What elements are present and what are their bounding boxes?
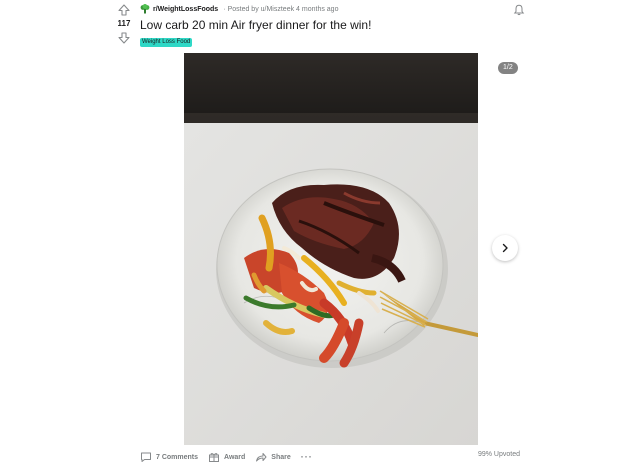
next-image-button[interactable] bbox=[492, 235, 518, 261]
vote-score: 117 bbox=[117, 19, 131, 28]
follow-button[interactable] bbox=[513, 3, 525, 16]
post-flair[interactable]: Weight Loss Food bbox=[140, 38, 193, 47]
share-arrow-icon bbox=[256, 453, 267, 462]
post-meta: r/WeightLossFoods · Posted by u/Miszteek… bbox=[140, 3, 338, 15]
post-time[interactable]: 4 months ago bbox=[296, 6, 338, 13]
media-gallery: 1/2 bbox=[140, 53, 528, 445]
arrow-down-icon bbox=[118, 32, 130, 44]
share-button[interactable]: Share bbox=[255, 451, 291, 463]
comments-button[interactable]: 7 Comments bbox=[140, 451, 198, 463]
post-title[interactable]: Low carb 20 min Air fryer dinner for the… bbox=[140, 18, 371, 33]
meta-separator: · bbox=[223, 5, 226, 13]
share-label: Share bbox=[271, 453, 291, 461]
broccoli-icon bbox=[140, 4, 150, 14]
chevron-right-icon bbox=[502, 243, 508, 253]
comment-icon bbox=[141, 452, 151, 462]
downvote-button[interactable] bbox=[116, 30, 132, 46]
image-counter: 1/2 bbox=[498, 62, 518, 74]
arrow-up-icon bbox=[118, 4, 130, 16]
gift-icon bbox=[209, 452, 220, 462]
post-image[interactable] bbox=[184, 53, 478, 445]
post-actions: 7 Comments Award Share ··· 99% Upvoted bbox=[140, 450, 520, 464]
bell-icon bbox=[513, 4, 525, 16]
comments-label: 7 Comments bbox=[156, 453, 199, 461]
posted-by[interactable]: Posted by u/Miszteek bbox=[228, 6, 295, 13]
upvote-button[interactable] bbox=[116, 2, 132, 18]
vote-column: 117 bbox=[112, 2, 136, 46]
upvote-ratio: 99% Upvoted bbox=[477, 451, 520, 458]
award-label: Award bbox=[224, 453, 246, 461]
subreddit-link[interactable]: r/WeightLossFoods bbox=[153, 6, 218, 13]
award-button[interactable]: Award bbox=[208, 451, 245, 463]
more-options-button[interactable]: ··· bbox=[301, 452, 313, 462]
